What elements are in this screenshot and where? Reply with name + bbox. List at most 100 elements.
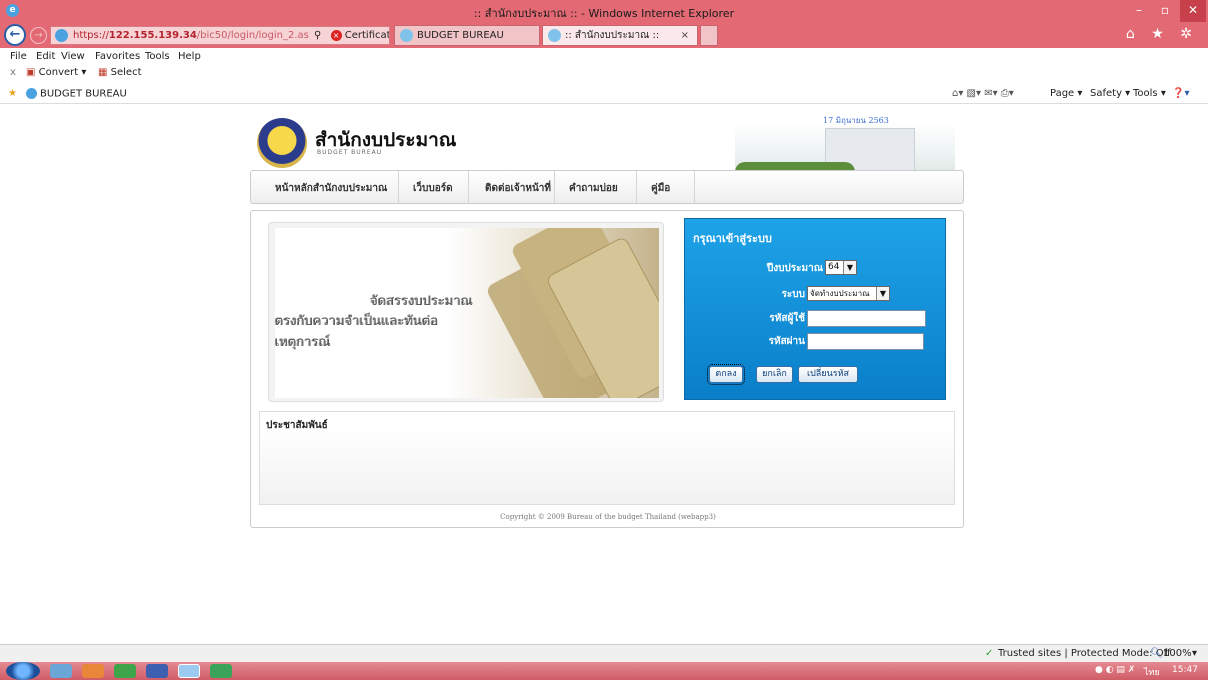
input-language[interactable]: ไทย bbox=[1144, 665, 1160, 679]
zoom-chevron-down-icon[interactable]: ▾ bbox=[1192, 648, 1197, 659]
budget-bureau-seal-logo bbox=[257, 118, 307, 168]
tab-globe-icon bbox=[548, 29, 561, 42]
nav-separator bbox=[636, 171, 637, 203]
address-bar[interactable]: https://122.155.139.34/bic50/login/login… bbox=[50, 26, 390, 45]
nav-separator bbox=[468, 171, 469, 203]
nav-webboard[interactable]: เว็บบอร์ด bbox=[413, 181, 453, 196]
menu-view[interactable]: View bbox=[61, 51, 85, 62]
password-input[interactable] bbox=[807, 333, 924, 350]
tab-close-icon[interactable]: × bbox=[681, 26, 689, 45]
system-tray-icons[interactable]: ● ◐ ▤ ✗ bbox=[1095, 665, 1135, 675]
nav-faq[interactable]: คำถามบ่อย bbox=[569, 181, 618, 196]
minimize-button[interactable]: – bbox=[1126, 0, 1152, 22]
favorite-link-budget-bureau[interactable]: BUDGET BUREAU bbox=[26, 88, 127, 100]
announcements-title: ประชาสัมพันธ์ bbox=[266, 420, 328, 431]
help-menu[interactable]: ❓▾ bbox=[1172, 88, 1189, 99]
menu-help[interactable]: Help bbox=[178, 51, 201, 62]
url-prefix: https:// bbox=[73, 30, 109, 41]
select-icon: ▦ bbox=[98, 67, 108, 78]
convert-button[interactable]: ▣ Convert ▾ bbox=[26, 67, 86, 78]
url-path: /bic50/login/login_2.as bbox=[196, 30, 309, 41]
system-select[interactable]: จัดทำงบประมาณ ▼ bbox=[807, 286, 890, 301]
convert-label: Convert bbox=[38, 67, 79, 78]
password-label: รหัสผ่าน bbox=[768, 336, 805, 347]
windows-taskbar: ● ◐ ▤ ✗ ไทย 15:47 bbox=[0, 662, 1208, 680]
new-tab-button[interactable] bbox=[700, 25, 718, 46]
menu-favorites[interactable]: Favorites bbox=[95, 51, 140, 62]
change-password-button[interactable]: เปลี่ยนรหัส bbox=[798, 366, 858, 383]
banner: จัดสรรงบประมาณ ตรงกับความจำเป็นและทันต่อ… bbox=[268, 222, 664, 402]
login-box: กรุณาเข้าสู่ระบบ ปีงบประมาณ 64 ▼ ระบบ จั… bbox=[684, 218, 946, 400]
trusted-check-icon: ✓ bbox=[985, 648, 994, 659]
safety-menu[interactable]: Safety ▾ bbox=[1090, 88, 1130, 99]
tools-menu[interactable]: Tools ▾ bbox=[1133, 88, 1166, 99]
chrome-taskbar-icon[interactable] bbox=[114, 664, 136, 678]
close-window-button[interactable]: ✕ bbox=[1180, 0, 1206, 22]
back-button[interactable]: ← bbox=[4, 24, 26, 46]
url-host: 122.155.139.34 bbox=[108, 30, 197, 41]
favorite-label: BUDGET BUREAU bbox=[40, 88, 127, 100]
tab-label: BUDGET BUREAU bbox=[417, 30, 504, 41]
year-label: ปีงบประมาณ bbox=[766, 263, 823, 274]
line-taskbar-icon[interactable] bbox=[210, 664, 232, 678]
system-label: ระบบ bbox=[781, 289, 805, 300]
year-value: 64 bbox=[828, 262, 840, 272]
nav-separator bbox=[554, 171, 555, 203]
site-nav: หน้าหลักสำนักงบประมาณ เว็บบอร์ด ติดต่อเจ… bbox=[250, 170, 964, 204]
tab-budget-bureau[interactable]: BUDGET BUREAU bbox=[394, 25, 540, 46]
window-title: :: สำนักงบประมาณ :: - Windows Internet E… bbox=[473, 7, 735, 20]
nav-contact[interactable]: ติดต่อเจ้าหน้าที่ bbox=[485, 181, 551, 196]
tab-label: :: สำนักงบประมาณ :: bbox=[565, 30, 660, 41]
cancel-button[interactable]: ยกเลิก bbox=[756, 366, 793, 383]
forward-button[interactable]: → bbox=[30, 27, 47, 44]
zoom-icon: 🔍︎ bbox=[1150, 648, 1163, 659]
restore-button[interactable]: ▫ bbox=[1152, 0, 1178, 22]
site-brand-subtitle: BUDGET BUREAU bbox=[317, 149, 383, 156]
globe-icon bbox=[26, 88, 37, 99]
header-date: 17 มิถุนายน 2563 bbox=[823, 116, 889, 125]
menu-edit[interactable]: Edit bbox=[36, 51, 55, 62]
year-select[interactable]: 64 ▼ bbox=[825, 260, 857, 275]
tab-active-page[interactable]: :: สำนักงบประมาณ :: × bbox=[542, 25, 698, 46]
ok-button[interactable]: ตกลง bbox=[707, 364, 745, 385]
page-menu[interactable]: Page ▾ bbox=[1050, 88, 1082, 99]
home-favorites-settings-icons[interactable]: ⌂ ★ ✲ bbox=[1126, 26, 1198, 42]
banner-text-line1: จัดสรรงบประมาณ bbox=[370, 294, 473, 309]
favorites-bar: ★ BUDGET BUREAU ⌂▾ ▧▾ ✉▾ ⎙▾ Page ▾ Safet… bbox=[0, 84, 1208, 104]
menu-file[interactable]: File bbox=[10, 51, 27, 62]
main-panel: จัดสรรงบประมาณ ตรงกับความจำเป็นและทันต่อ… bbox=[250, 210, 964, 528]
copyright-text: Copyright © 2009 Bureau of the budget Th… bbox=[500, 513, 716, 521]
search-icon[interactable]: ⚲ bbox=[314, 30, 321, 41]
command-bar: x ▣ Convert ▾ ▦ Select bbox=[0, 64, 1208, 82]
site-globe-icon bbox=[55, 29, 68, 42]
select-button[interactable]: ▦ Select bbox=[98, 67, 142, 78]
nav-separator bbox=[398, 171, 399, 203]
username-input[interactable] bbox=[807, 310, 926, 327]
clock-time[interactable]: 15:47 bbox=[1172, 665, 1198, 675]
web-page: สำนักงบประมาณ BUDGET BUREAU 17 มิถุนายน … bbox=[0, 104, 1208, 644]
security-zone-text[interactable]: Trusted sites | Protected Mode: Off bbox=[998, 648, 1171, 659]
firefox-taskbar-icon[interactable] bbox=[82, 664, 104, 678]
chevron-down-icon: ▼ bbox=[876, 287, 889, 300]
menu-tools[interactable]: Tools bbox=[145, 51, 170, 62]
nav-manual[interactable]: คู่มือ bbox=[651, 181, 670, 196]
certificate-error-icon: × bbox=[330, 29, 342, 41]
nav-separator bbox=[694, 171, 695, 203]
internet-explorer-taskbar-icon[interactable] bbox=[178, 664, 200, 678]
select-label: Select bbox=[110, 67, 142, 78]
explorer-taskbar-icon[interactable] bbox=[50, 664, 72, 678]
certificate-error-label[interactable]: Certificate error bbox=[345, 30, 389, 41]
nav-home[interactable]: หน้าหลักสำนักงบประมาณ bbox=[275, 181, 387, 196]
system-value: จัดทำงบประมาณ bbox=[810, 289, 870, 298]
zoom-level[interactable]: 100% bbox=[1163, 648, 1192, 659]
outlook-taskbar-icon[interactable] bbox=[146, 664, 168, 678]
navigation-bar: ← → https://122.155.139.34/bic50/login/l… bbox=[0, 22, 1208, 48]
menu-bar: File Edit View Favorites Tools Help bbox=[0, 48, 1208, 64]
close-toolbar-icon[interactable]: x bbox=[10, 67, 16, 78]
favorites-star-icon[interactable]: ★ bbox=[8, 88, 17, 99]
start-button[interactable] bbox=[6, 662, 40, 680]
home-feeds-mail-print-icons[interactable]: ⌂▾ ▧▾ ✉▾ ⎙▾ bbox=[952, 88, 1014, 99]
username-label: รหัสผู้ใช้ bbox=[769, 313, 805, 324]
site-header: สำนักงบประมาณ BUDGET BUREAU 17 มิถุนายน … bbox=[255, 112, 965, 174]
convert-icon: ▣ bbox=[26, 67, 36, 78]
